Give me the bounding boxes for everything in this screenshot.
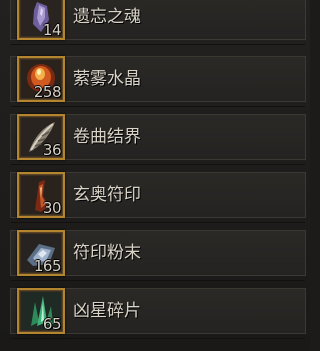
- material-row[interactable]: 258 萦雾水晶: [10, 56, 306, 107]
- item-name: 卷曲结界: [73, 127, 141, 147]
- material-row[interactable]: 165 符印粉末: [10, 230, 306, 281]
- item-name: 符印粉末: [73, 243, 141, 263]
- item-name: 玄奥符印: [73, 185, 141, 205]
- item-slot[interactable]: 258: [17, 56, 65, 102]
- item-slot[interactable]: 165: [17, 230, 65, 276]
- item-slot[interactable]: 14: [17, 0, 65, 40]
- item-slot[interactable]: 30: [17, 172, 65, 218]
- material-row[interactable]: 30 玄奥符印: [10, 172, 306, 223]
- item-slot[interactable]: 65: [17, 288, 65, 334]
- item-name: 遗忘之魂: [73, 7, 141, 27]
- materials-panel: 14 遗忘之魂 258 萦雾水晶 36 卷曲结界 30 玄奥符印 165 符印粉…: [0, 0, 310, 351]
- material-row[interactable]: 14 遗忘之魂: [10, 0, 306, 45]
- item-count: 258: [33, 83, 62, 101]
- item-count: 14: [42, 21, 62, 39]
- item-count: 165: [33, 257, 62, 275]
- item-slot[interactable]: 36: [17, 114, 65, 160]
- material-row[interactable]: 36 卷曲结界: [10, 114, 306, 165]
- item-count: 36: [42, 141, 62, 159]
- item-count: 65: [42, 315, 62, 333]
- item-name: 萦雾水晶: [73, 69, 141, 89]
- item-name: 凶星碎片: [73, 301, 141, 321]
- material-row[interactable]: 65 凶星碎片: [10, 288, 306, 339]
- item-count: 30: [42, 199, 62, 217]
